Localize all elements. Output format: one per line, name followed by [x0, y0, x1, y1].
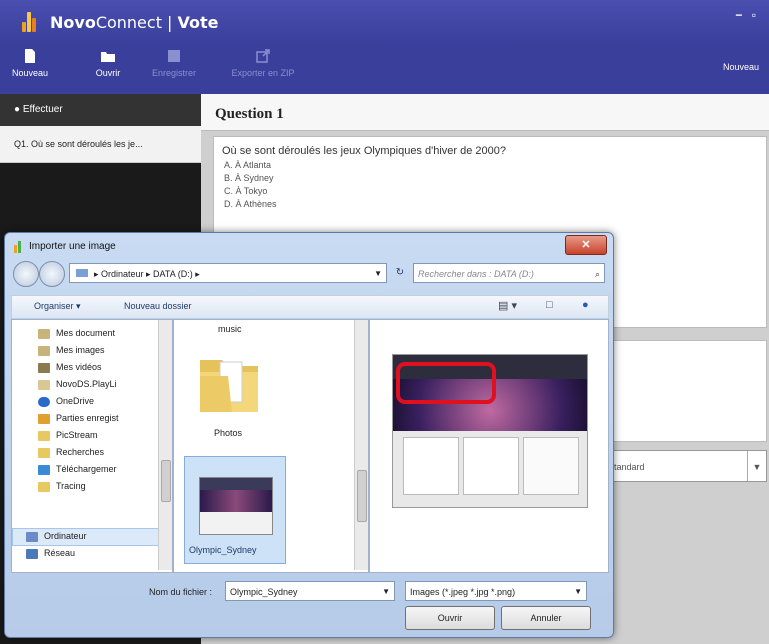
question-text: Où se sont déroulés les jeux Olympiques …	[222, 145, 506, 157]
import-image-dialog: Importer une image ✕ ▸ Ordinateur ▸ DATA…	[4, 232, 614, 638]
dialog-app-icon	[14, 241, 21, 253]
tree-item-picstream[interactable]: PicStream	[38, 428, 98, 443]
file-list-scrollbar-thumb[interactable]	[357, 470, 367, 522]
address-dropdown-icon[interactable]: ▼	[374, 264, 382, 284]
photos-folder-icon[interactable]	[194, 350, 264, 420]
option-a: A. À Atlanta	[224, 160, 272, 170]
search-input[interactable]: Rechercher dans : DATA (D:) ⌕	[413, 263, 605, 283]
tree-item-downloads[interactable]: Téléchargemer	[38, 462, 117, 477]
file-list-scrollbar[interactable]	[354, 320, 368, 570]
export-icon	[256, 49, 270, 63]
app-titlebar: NovoConnect | Vote − ▫	[0, 0, 769, 44]
tree-scrollbar[interactable]	[158, 320, 172, 570]
app-toolbar: Nouveau Ouvrir Enregistrer Exporter en Z…	[0, 44, 769, 94]
dialog-close-button[interactable]: ✕	[565, 235, 607, 255]
organize-button[interactable]: Organiser ▾	[34, 301, 81, 312]
new-button[interactable]: Nouveau	[4, 48, 56, 78]
view-options-icon[interactable]: ▤ ▾	[498, 299, 517, 312]
refresh-icon[interactable]: ↻	[389, 263, 411, 283]
command-bar: Organiser ▾ Nouveau dossier ▤ ▾ □ ●	[11, 295, 609, 319]
olympic-sydney-file[interactable]: Olympic_Sydney	[184, 456, 286, 564]
tree-item-computer[interactable]: Ordinateur	[26, 529, 87, 544]
question-title: Question 1	[201, 94, 769, 131]
tree-item-saved-games[interactable]: Parties enregist	[38, 411, 119, 426]
chevron-down-icon: ▼	[747, 451, 766, 481]
option-d: D. À Athènes	[224, 199, 277, 209]
forward-button[interactable]	[39, 261, 65, 287]
help-icon[interactable]: ●	[582, 299, 589, 311]
open-folder-icon	[101, 52, 115, 62]
file-type-dropdown-icon[interactable]: ▼	[574, 582, 582, 602]
back-button[interactable]	[13, 261, 39, 287]
open-button[interactable]: Ouvrir	[82, 48, 134, 78]
sidebar-item-q1[interactable]: Q1. Où se sont déroulés les je...	[0, 126, 201, 163]
tree-item-searches[interactable]: Recherches	[38, 445, 104, 460]
toolbar-right-new[interactable]: Nouveau	[723, 62, 759, 72]
search-icon[interactable]: ⌕	[595, 264, 600, 284]
new-document-icon	[25, 49, 35, 63]
open-button-dialog[interactable]: Ouvrir	[405, 606, 495, 630]
navigation-tree: Mes document Mes images Mes vidéos NovoD…	[11, 319, 173, 573]
effectuer-icon: ●	[14, 104, 23, 115]
export-zip-button[interactable]: Exporter en ZIP	[228, 48, 298, 78]
tree-item-network[interactable]: Réseau	[26, 546, 75, 561]
tree-item-images[interactable]: Mes images	[38, 343, 105, 358]
preview-pane-icon[interactable]: □	[546, 299, 553, 311]
tree-item-videos[interactable]: Mes vidéos	[38, 360, 102, 375]
save-disk-icon	[168, 50, 180, 62]
tree-item-documents[interactable]: Mes document	[38, 326, 115, 341]
olympic-sydney-thumbnail	[199, 477, 273, 535]
window-controls[interactable]: − ▫	[735, 8, 759, 22]
new-folder-button[interactable]: Nouveau dossier	[124, 301, 192, 311]
file-list: music Photos Olympic_Sydney	[173, 319, 369, 573]
file-type-select[interactable]: Images (*.jpeg *.jpg *.png) ▼	[405, 581, 587, 601]
preview-pane	[369, 319, 609, 573]
filename-label: Nom du fichier :	[149, 587, 213, 597]
computer-icon	[76, 269, 88, 277]
photos-folder-label[interactable]: Photos	[214, 428, 242, 438]
filename-input[interactable]: Olympic_Sydney ▼	[225, 581, 395, 601]
app-title: NovoConnect | Vote	[50, 13, 219, 32]
option-c: C. À Tokyo	[224, 186, 268, 196]
tree-item-onedrive[interactable]: OneDrive	[38, 394, 94, 409]
sidebar-header[interactable]: ● Effectuer	[0, 94, 201, 126]
answer-type-select[interactable]: Standard ▼	[603, 450, 767, 482]
music-folder-label[interactable]: music	[218, 324, 242, 334]
cancel-button[interactable]: Annuler	[501, 606, 591, 630]
address-bar[interactable]: ▸ Ordinateur ▸ DATA (D:) ▸ ▼	[69, 263, 387, 283]
dialog-title: Importer une image	[29, 241, 116, 252]
open-button-highlight	[396, 362, 496, 404]
save-button[interactable]: Enregistrer	[148, 48, 200, 78]
olympic-sydney-label: Olympic_Sydney	[189, 545, 257, 555]
tree-item-playlists[interactable]: NovoDS.PlayLi	[38, 377, 117, 392]
filename-dropdown-icon[interactable]: ▼	[382, 582, 390, 602]
tree-item-tracing[interactable]: Tracing	[38, 479, 86, 494]
novoconnect-logo-icon	[22, 12, 38, 32]
option-b: B. À Sydney	[224, 173, 274, 183]
tree-scrollbar-thumb[interactable]	[161, 460, 171, 502]
